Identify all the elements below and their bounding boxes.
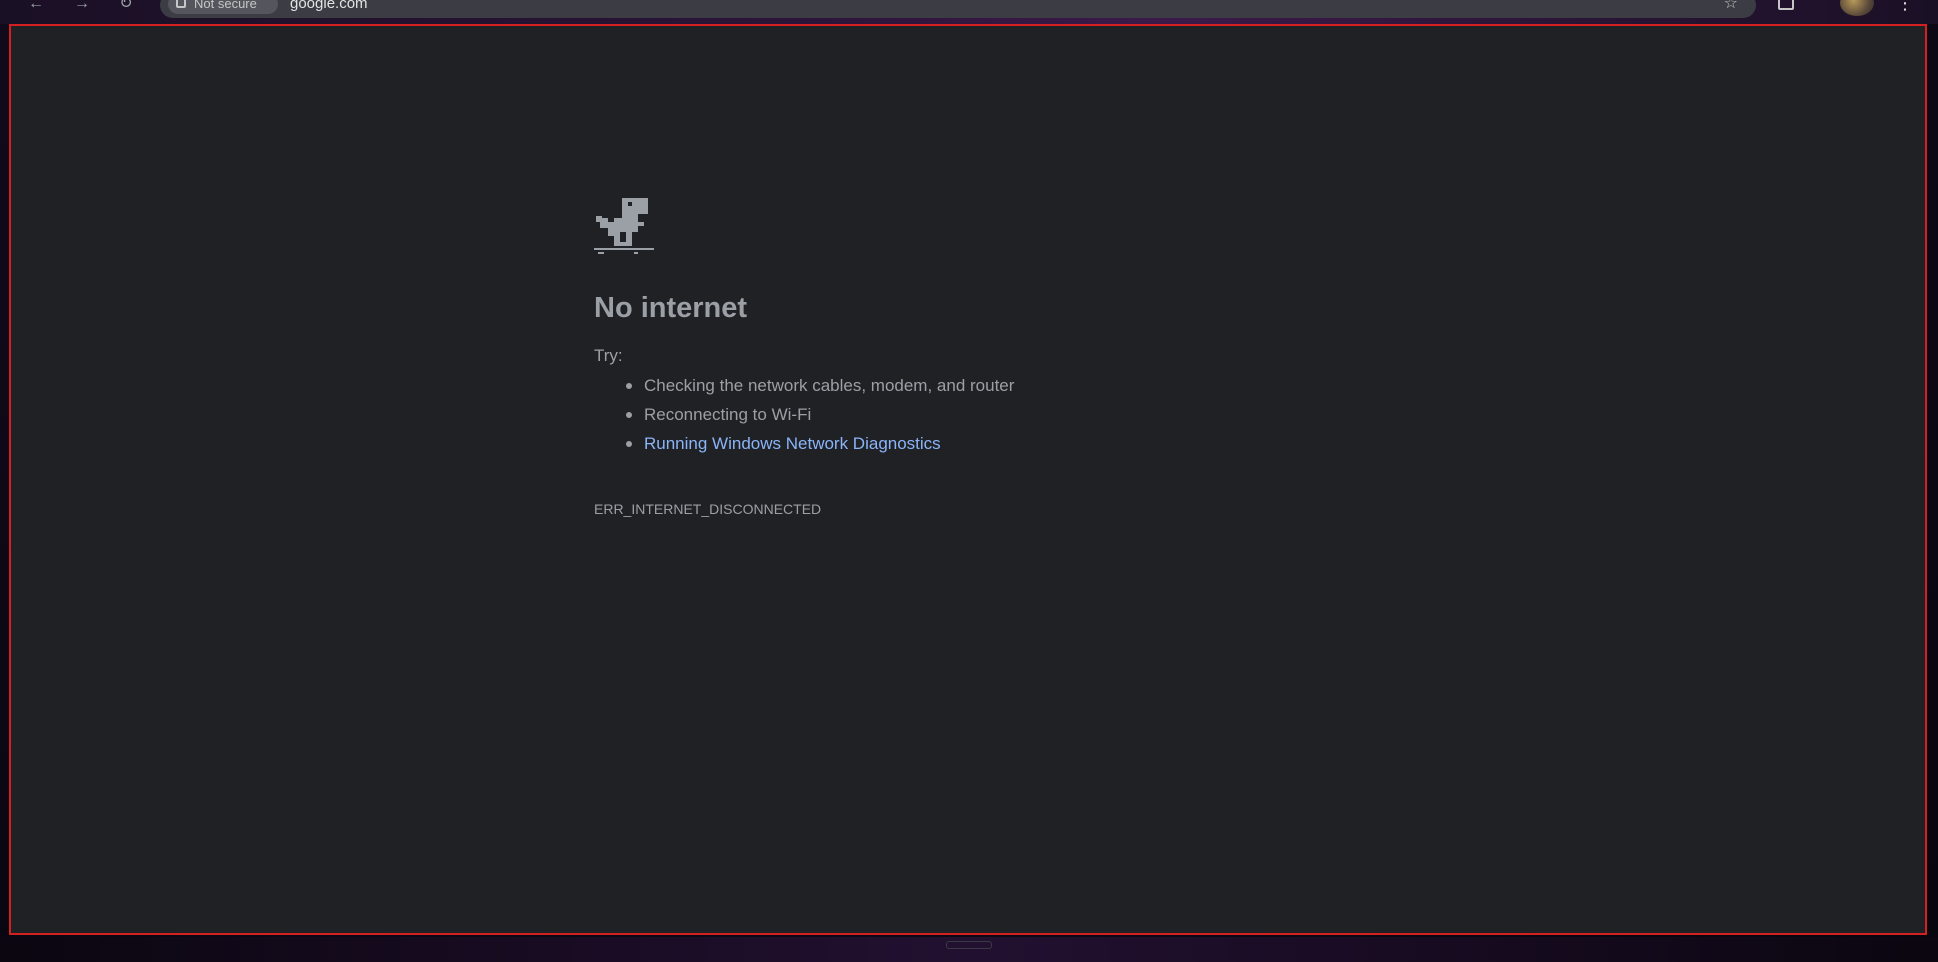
error-code: ERR_INTERNET_DISCONNECTED [594, 501, 822, 517]
star-icon[interactable]: ☆ [1724, 0, 1738, 14]
dino-icon[interactable] [594, 196, 654, 256]
suggestion-check-cables: Checking the network cables, modem, and … [644, 376, 1015, 395]
list-item: Running Windows Network Diagnostics [594, 429, 1014, 458]
site-info-chip[interactable]: Not secure [168, 0, 278, 14]
list-item: Checking the network cables, modem, and … [594, 371, 1014, 400]
bullet-icon [626, 412, 632, 418]
reload-icon[interactable]: ↻ [116, 0, 136, 14]
list-item: Reconnecting to Wi-Fi [594, 400, 1014, 429]
try-label: Try: [594, 346, 623, 365]
url-text[interactable]: google.com [290, 0, 368, 14]
page-content: No internet Try: Checking the network ca… [9, 24, 1927, 935]
network-diagnostics-link[interactable]: Running Windows Network Diagnostics [644, 434, 941, 453]
tab-search-icon[interactable] [1778, 0, 1794, 10]
suggestion-list: Checking the network cables, modem, and … [594, 371, 1014, 458]
error-title: No internet [594, 292, 748, 324]
resize-handle[interactable] [946, 941, 992, 949]
browser-toolbar: ← → ↻ Not secure google.com ☆ ⋮ [0, 0, 1938, 24]
address-bar[interactable]: Not secure google.com ☆ [160, 0, 1756, 18]
bullet-icon [626, 383, 632, 389]
suggestion-reconnect-wifi: Reconnecting to Wi-Fi [644, 405, 812, 424]
forward-arrow-icon[interactable]: → [72, 0, 92, 14]
warning-icon [176, 0, 186, 8]
avatar[interactable] [1840, 0, 1874, 16]
kebab-menu-icon[interactable]: ⋮ [1896, 0, 1914, 14]
browser-window: ← → ↻ Not secure google.com ☆ ⋮ No inter… [0, 0, 1938, 962]
back-arrow-icon[interactable]: ← [26, 0, 46, 14]
bullet-icon [626, 441, 632, 447]
site-info-label: Not secure [194, 0, 257, 11]
